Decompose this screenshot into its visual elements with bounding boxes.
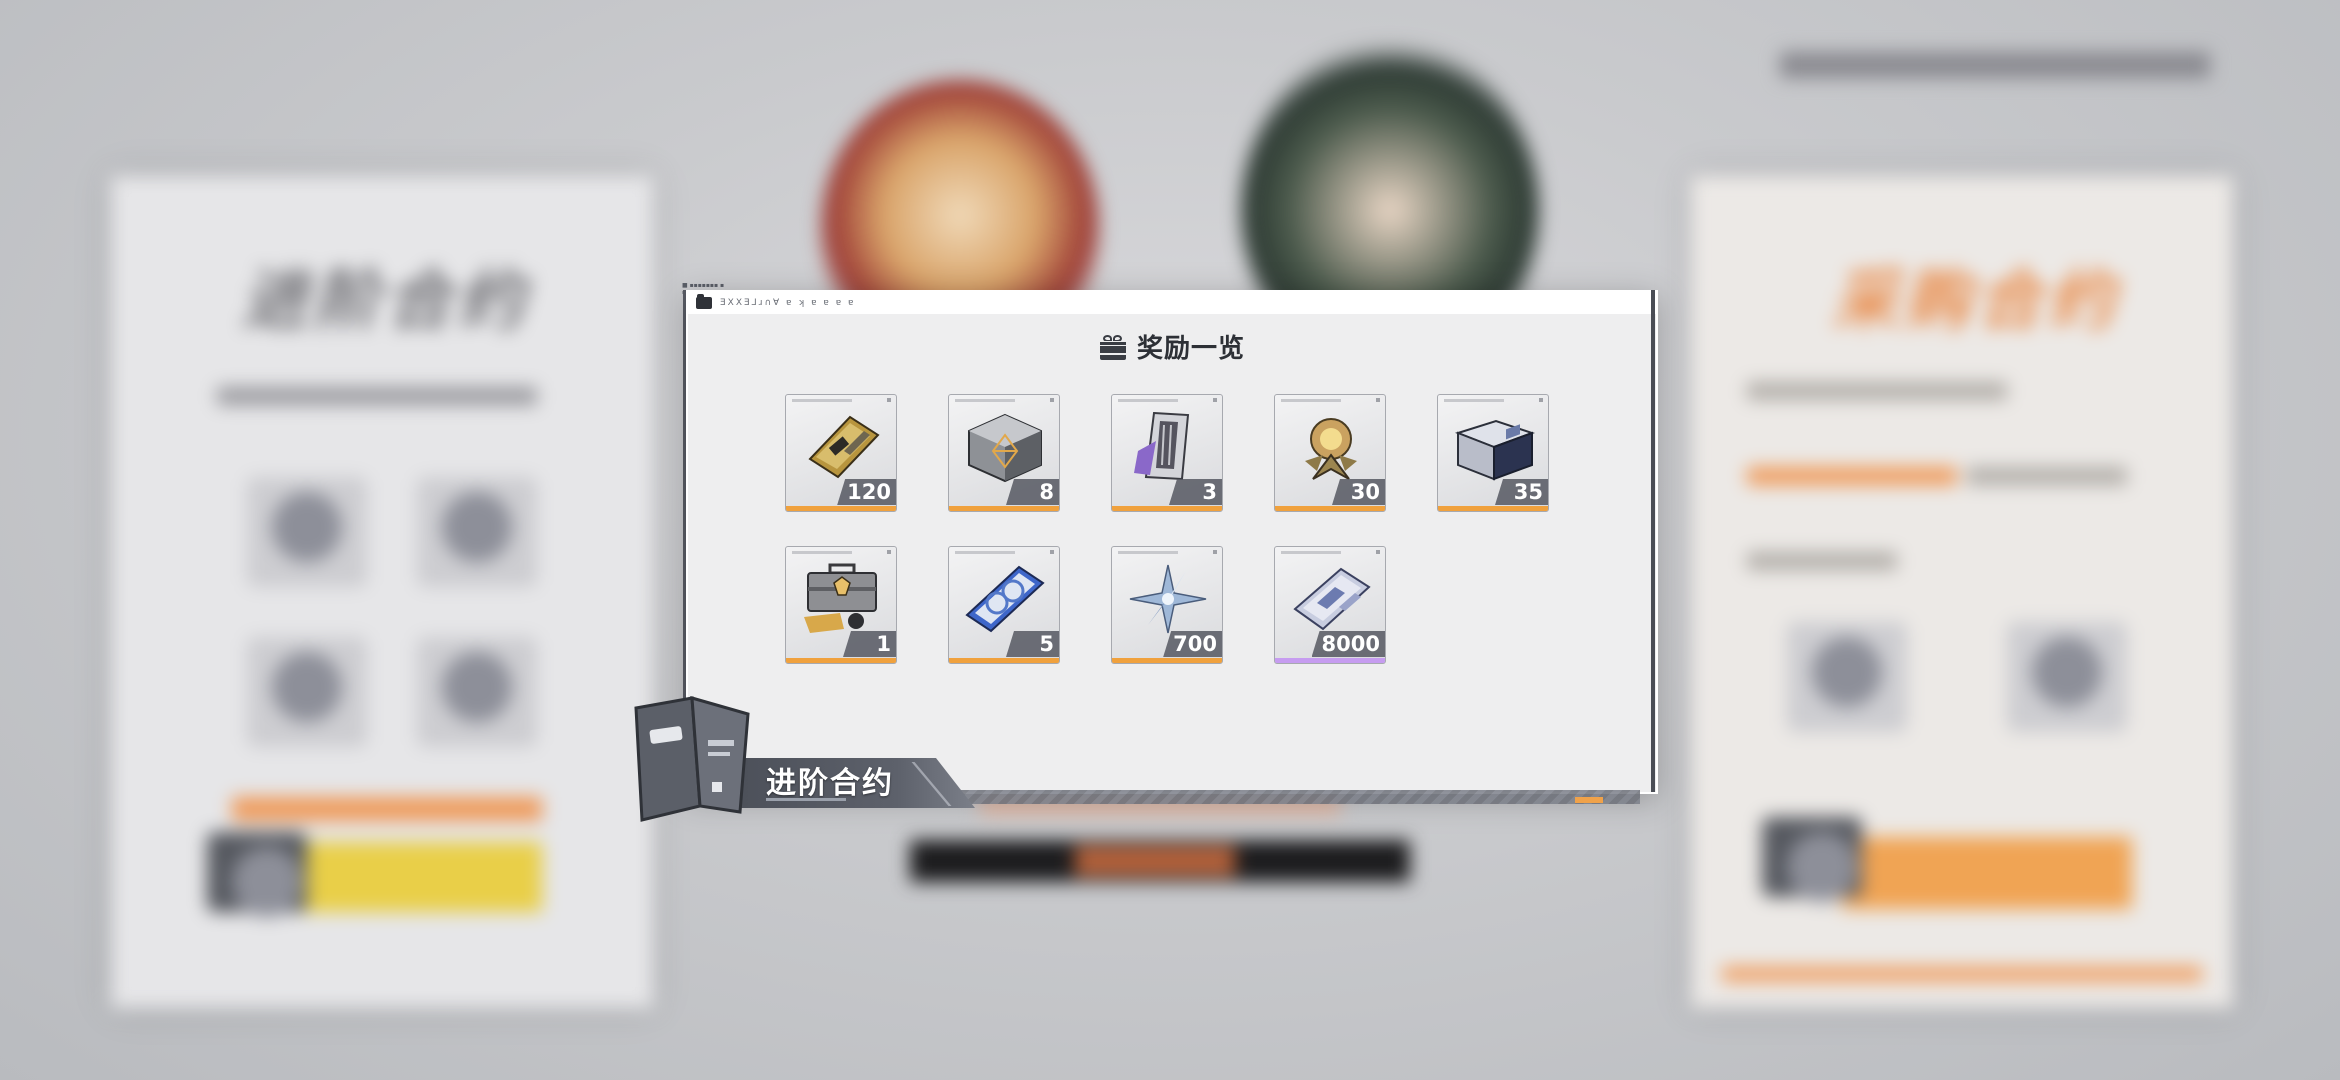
window-titlebar-text: ƎXXƎ⅃ɹ∩Ɐ ɐ ʞ ɐ ɐ ɐ ɐ [720, 298, 856, 308]
reward-count: 700 [1163, 631, 1222, 657]
rarity-bar [1112, 506, 1222, 511]
disc-pack-icon [965, 565, 1045, 633]
reward-item-crystal-shard[interactable]: 700 [1111, 546, 1223, 664]
reward-count: 120 [837, 479, 896, 505]
rarity-bar [1275, 506, 1385, 511]
background-black-bar [910, 840, 1410, 882]
rarity-bar [949, 506, 1059, 511]
reward-item-cube[interactable]: 8 [948, 394, 1060, 512]
window-edge-right [1651, 290, 1655, 792]
reward-header: 奖励一览 [688, 328, 1656, 365]
rarity-bar [949, 658, 1059, 663]
contract-folder-icon [634, 695, 750, 822]
rarity-bar [1275, 658, 1385, 663]
background-left-title: 进阶合约 [242, 262, 530, 339]
gold-card-icon [808, 415, 880, 479]
reward-item-gold-card[interactable]: 120 [785, 394, 897, 512]
rarity-bar [786, 658, 896, 663]
reward-item-briefcase[interactable]: 1 [785, 546, 897, 664]
background-panel-right: 采购合约 [1690, 175, 2234, 1009]
banner-accent [1575, 797, 1603, 803]
reward-item-energy-core[interactable]: 30 [1274, 394, 1386, 512]
reward-item-silver-card[interactable]: 8000 [1274, 546, 1386, 664]
background-topbar [1780, 52, 2210, 78]
reward-count: 35 [1495, 479, 1548, 505]
supply-crate-icon [1454, 419, 1536, 481]
silver-card-icon [1293, 567, 1371, 631]
crystal-shard-icon [1129, 564, 1207, 634]
blade-module-icon [1134, 411, 1190, 481]
background-right-title: 采购合约 [1832, 262, 2120, 339]
background-panel-left: 进阶合约 [110, 175, 654, 1009]
reward-count: 8000 [1311, 631, 1385, 657]
folder-icon [696, 294, 712, 309]
reward-count: 30 [1332, 479, 1385, 505]
reward-item-disc-pack[interactable]: 5 [948, 546, 1060, 664]
reward-overview-window: ƎXXƎ⅃ɹ∩Ɐ ɐ ʞ ɐ ɐ ɐ ɐ 奖励一览 120 8 3 30 35 … [686, 290, 1658, 794]
banner-title: 进阶合约 [766, 766, 894, 801]
cube-icon [968, 413, 1042, 483]
rarity-bar [1438, 506, 1548, 511]
gift-icon [1098, 334, 1127, 360]
reward-item-supply-crate[interactable]: 35 [1437, 394, 1549, 512]
reward-count: 8 [1006, 479, 1059, 505]
rarity-bar [786, 506, 896, 511]
rarity-bar [1112, 658, 1222, 663]
reward-count: 5 [1006, 631, 1059, 657]
reward-item-blade-module[interactable]: 3 [1111, 394, 1223, 512]
briefcase-icon [804, 563, 877, 633]
window-titlebar: ƎXXƎ⅃ɹ∩Ɐ ɐ ʞ ɐ ɐ ɐ ɐ [688, 292, 1656, 314]
page-title: 奖励一览 [1136, 334, 1245, 364]
reward-count: 1 [843, 631, 896, 657]
energy-core-icon [1305, 418, 1357, 480]
banner-subtitle-line [766, 798, 846, 801]
window-tab-marker: ■ ▪▪▪▪▪▪▪ ▪ ▪▪▪▪▪ [682, 282, 725, 296]
reward-count: 3 [1169, 479, 1222, 505]
